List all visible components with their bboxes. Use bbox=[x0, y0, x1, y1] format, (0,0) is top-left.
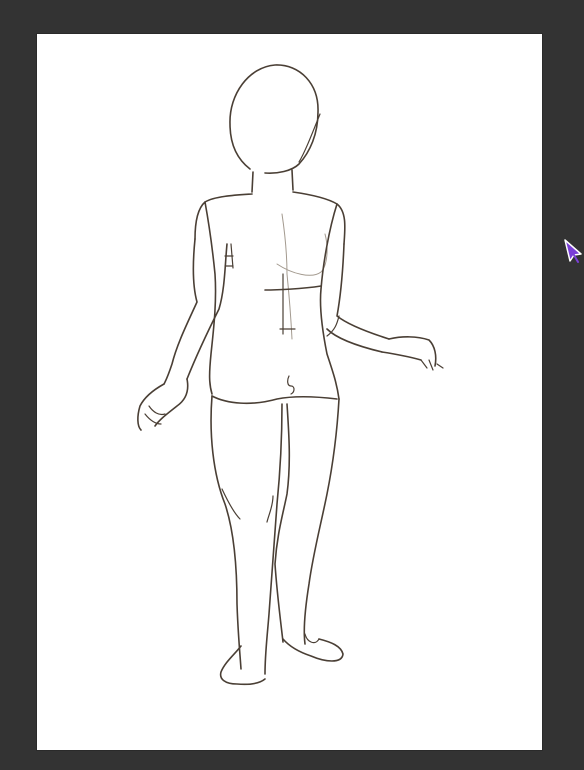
drawing-canvas[interactable] bbox=[37, 34, 542, 750]
workspace[interactable] bbox=[0, 0, 584, 770]
figure-sketch bbox=[137, 64, 444, 686]
pen-cursor-icon bbox=[563, 238, 584, 264]
